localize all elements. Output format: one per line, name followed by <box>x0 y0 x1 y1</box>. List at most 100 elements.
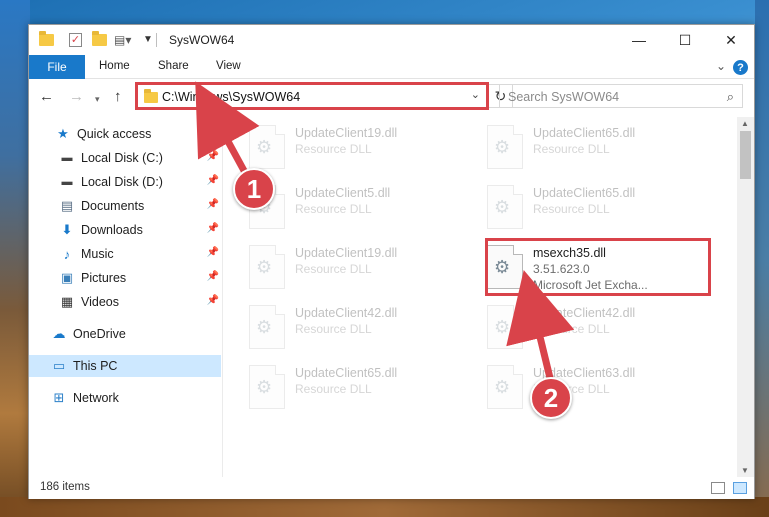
search-placeholder: Search SysWOW64 <box>508 90 620 104</box>
tab-share[interactable]: Share <box>158 60 189 72</box>
file-name: UpdateClient42.dll <box>533 306 636 320</box>
dll-file-icon: ⚙ <box>487 125 523 169</box>
cloud-icon: ☁ <box>52 326 66 341</box>
sidebar-item-label: Local Disk (D:) <box>81 175 163 189</box>
sidebar-item-label: Downloads <box>81 223 143 237</box>
pin-icon[interactable]: 📌 <box>207 271 219 282</box>
navigation-bar: ← → ▾ ↑ C:\Windows\SysWOW64 ⌄ ↻ Search S… <box>29 80 754 114</box>
file-name: UpdateClient19.dll <box>295 126 398 140</box>
pin-icon[interactable]: 📌 <box>207 295 219 306</box>
sidebar-item-label: Music <box>81 247 114 261</box>
list-item[interactable]: ⚙ UpdateClient42.dll Resource DLL <box>249 303 474 355</box>
file-type: Resource DLL <box>295 322 372 336</box>
large-icons-view-icon[interactable] <box>733 482 747 494</box>
list-item[interactable]: ⚙ UpdateClient63.dll Resource DLL <box>487 363 712 415</box>
maximize-button[interactable]: ☐ <box>662 25 708 55</box>
search-icon[interactable]: ⌕ <box>727 89 734 105</box>
new-folder-icon[interactable] <box>92 31 108 48</box>
sidebar-item-pictures[interactable]: ▣ Pictures 📌 <box>29 267 221 289</box>
tab-file[interactable]: File <box>29 55 85 79</box>
details-view-icon[interactable] <box>711 482 725 494</box>
network-icon: ⊞ <box>53 390 65 405</box>
sidebar-item-music[interactable]: ♪ Music 📌 <box>29 243 221 265</box>
list-item[interactable]: ⚙ UpdateClient19.dll Resource DLL <box>249 123 474 175</box>
scroll-up-arrow-icon[interactable]: ▲ <box>741 119 749 128</box>
download-icon: ⬇ <box>61 222 73 237</box>
window-title: SysWOW64 <box>169 33 235 47</box>
list-item[interactable]: ⚙ UpdateClient65.dll Resource DLL <box>487 123 712 175</box>
sidebar-item-network[interactable]: ⊞ Network <box>29 387 221 409</box>
computer-icon: ▭ <box>52 358 66 373</box>
up-arrow-icon[interactable]: ↑ <box>114 89 122 104</box>
pin-icon[interactable]: 📌 <box>207 223 219 234</box>
file-type: Resource DLL <box>295 382 372 396</box>
documents-icon: ▤ <box>60 198 74 213</box>
sidebar-item-label: Network <box>73 391 119 405</box>
file-type: Resource DLL <box>533 142 610 156</box>
search-input[interactable]: Search SysWOW64 ⌕ <box>499 84 743 108</box>
forward-arrow-icon[interactable]: → <box>69 89 84 104</box>
file-name: UpdateClient65.dll <box>533 186 636 200</box>
title-bar: ✓ ▤▾ ▼ SysWOW64 — ☐ ✕ <box>29 25 754 55</box>
scroll-down-arrow-icon[interactable]: ▼ <box>741 466 749 475</box>
list-item[interactable]: ⚙ UpdateClient65.dll Resource DLL <box>249 363 474 415</box>
folder-icon <box>144 89 158 103</box>
chevron-down-icon[interactable]: ⌄ <box>471 88 480 101</box>
properties-icon[interactable]: ✓ <box>69 33 82 47</box>
file-name: UpdateClient19.dll <box>295 246 398 260</box>
sidebar-item-videos[interactable]: ▦ Videos 📌 <box>29 291 221 313</box>
sidebar-item-documents[interactable]: ▤ Documents 📌 <box>29 195 221 217</box>
sidebar-item-label: Local Disk (C:) <box>81 151 163 165</box>
pin-icon[interactable]: 📌 <box>207 175 219 186</box>
recent-locations-chevron-icon[interactable]: ▾ <box>95 92 100 107</box>
sidebar-item-this-pc[interactable]: ▭ This PC <box>29 355 221 377</box>
file-type: Resource DLL <box>295 142 372 156</box>
list-item[interactable]: ⚙ UpdateClient19.dll Resource DLL <box>249 243 474 295</box>
status-bar: 186 items <box>29 477 754 499</box>
vertical-scrollbar[interactable]: ▲ ▼ <box>737 117 754 477</box>
sidebar-item-label: OneDrive <box>73 327 126 341</box>
pin-icon[interactable]: 📌 <box>207 151 219 162</box>
expand-ribbon-icon[interactable]: ⌄ <box>716 59 726 73</box>
list-item[interactable]: ⚙ UpdateClient42.dll Resource DLL <box>487 303 712 355</box>
dll-file-icon: ⚙ <box>249 245 285 289</box>
sidebar-item-downloads[interactable]: ⬇ Downloads 📌 <box>29 219 221 241</box>
sidebar-item-label: This PC <box>73 359 118 373</box>
file-name: UpdateClient65.dll <box>295 366 398 380</box>
customize-toolbar-icon[interactable]: ▤▾ <box>114 33 131 49</box>
music-icon: ♪ <box>63 246 71 262</box>
ribbon-tabs: File Home Share View ⌄ ? <box>29 55 754 79</box>
address-bar[interactable]: C:\Windows\SysWOW64 ⌄ <box>137 84 487 108</box>
list-item[interactable]: ⚙ UpdateClient65.dll Resource DLL <box>487 183 712 235</box>
pin-icon[interactable]: 📌 <box>207 199 219 210</box>
scrollbar-thumb[interactable] <box>740 131 751 179</box>
file-explorer-window: ✓ ▤▾ ▼ SysWOW64 — ☐ ✕ File Home Share Vi… <box>28 24 755 499</box>
back-arrow-icon[interactable]: ← <box>39 89 54 104</box>
dll-file-icon: ⚙ <box>249 305 285 349</box>
sidebar-item-local-disk-d[interactable]: ▬ Local Disk (D:) 📌 <box>29 171 221 193</box>
file-type: Resource DLL <box>295 262 372 276</box>
title-separator <box>156 33 157 47</box>
pin-icon[interactable]: 📌 <box>207 247 219 258</box>
drive-icon: ▬ <box>61 152 73 164</box>
help-icon[interactable]: ? <box>733 60 748 75</box>
tab-home[interactable]: Home <box>99 60 130 72</box>
videos-icon: ▦ <box>60 294 74 309</box>
sidebar-item-onedrive[interactable]: ☁ OneDrive <box>29 323 221 345</box>
navigation-pane: ★ Quick access ▬ Local Disk (C:) 📌 ▬ Loc… <box>29 117 221 477</box>
sidebar-item-label: Documents <box>81 199 145 213</box>
step-2-badge: 2 <box>530 377 572 419</box>
list-item[interactable]: ⚙ UpdateClient5.dllResource DLL <box>249 183 474 235</box>
close-button[interactable]: ✕ <box>708 25 754 55</box>
sidebar-item-label: Videos <box>81 295 119 309</box>
sidebar-item-local-disk-c[interactable]: ▬ Local Disk (C:) 📌 <box>29 147 221 169</box>
minimize-button[interactable]: — <box>616 25 662 55</box>
target-file-highlight <box>485 238 711 296</box>
sidebar-item-quick-access[interactable]: ★ Quick access <box>29 123 221 145</box>
file-list: ⚙ UpdateClient19.dll Resource DLL ⚙ Updat… <box>223 117 737 477</box>
sidebar-item-label: Quick access <box>77 127 152 141</box>
dll-file-icon: ⚙ <box>487 305 523 349</box>
star-icon: ★ <box>57 126 69 141</box>
address-path[interactable]: C:\Windows\SysWOW64 <box>162 90 300 104</box>
tab-view[interactable]: View <box>216 60 241 72</box>
